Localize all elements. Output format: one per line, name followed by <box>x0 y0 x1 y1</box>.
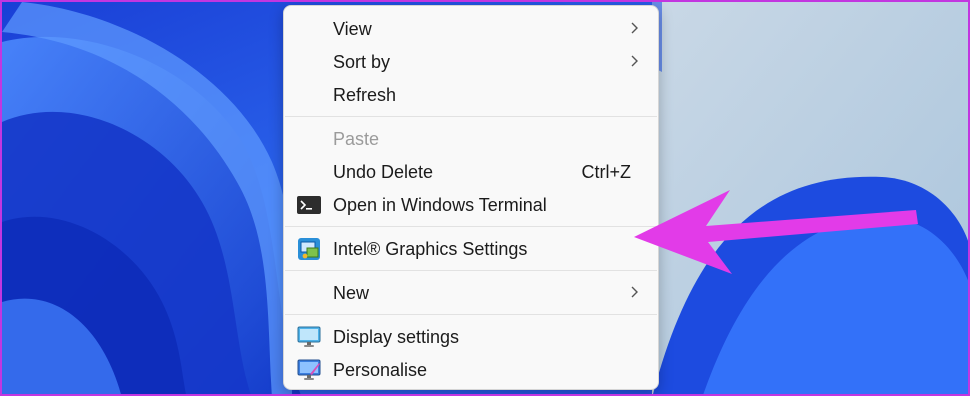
menu-item-display-settings[interactable]: Display settings <box>288 321 654 353</box>
personalise-icon <box>297 358 321 382</box>
terminal-icon <box>297 193 321 217</box>
display-settings-icon <box>297 325 321 349</box>
menu-separator <box>285 226 657 227</box>
menu-item-undo-delete[interactable]: Undo Delete Ctrl+Z <box>288 156 654 188</box>
menu-item-label: Undo Delete <box>333 161 434 182</box>
menu-item-personalise[interactable]: Personalise <box>288 354 654 386</box>
menu-separator <box>285 314 657 315</box>
menu-item-view[interactable]: View <box>288 13 654 45</box>
menu-item-open-windows-terminal[interactable]: Open in Windows Terminal <box>288 189 654 221</box>
menu-item-new[interactable]: New <box>288 277 654 309</box>
menu-separator <box>285 270 657 271</box>
menu-item-label: Personalise <box>333 359 428 380</box>
menu-item-shortcut: Ctrl+Z <box>581 161 632 182</box>
menu-item-label: Intel® Graphics Settings <box>333 238 528 259</box>
chevron-right-icon <box>631 55 638 67</box>
menu-item-label: New <box>333 282 370 303</box>
menu-item-label: Open in Windows Terminal <box>333 194 547 215</box>
menu-item-label: Display settings <box>333 326 460 347</box>
context-menu: View Sort by Refresh Paste Undo Delete C… <box>283 5 659 390</box>
menu-item-intel-graphics-settings[interactable]: Intel® Graphics Settings <box>288 233 654 265</box>
chevron-right-icon <box>631 22 638 34</box>
menu-item-sort-by[interactable]: Sort by <box>288 46 654 78</box>
intel-graphics-icon <box>297 237 321 261</box>
menu-separator <box>285 116 657 117</box>
menu-item-refresh[interactable]: Refresh <box>288 79 654 111</box>
menu-item-paste: Paste <box>288 123 654 155</box>
menu-item-label: Refresh <box>333 84 397 105</box>
chevron-right-icon <box>631 286 638 298</box>
menu-item-label: Sort by <box>333 51 391 72</box>
menu-item-label: Paste <box>333 128 380 149</box>
screenshot-frame: View Sort by Refresh Paste Undo Delete C… <box>0 0 970 396</box>
menu-item-label: View <box>333 18 372 39</box>
pointer-arrow-annotation <box>634 190 918 274</box>
